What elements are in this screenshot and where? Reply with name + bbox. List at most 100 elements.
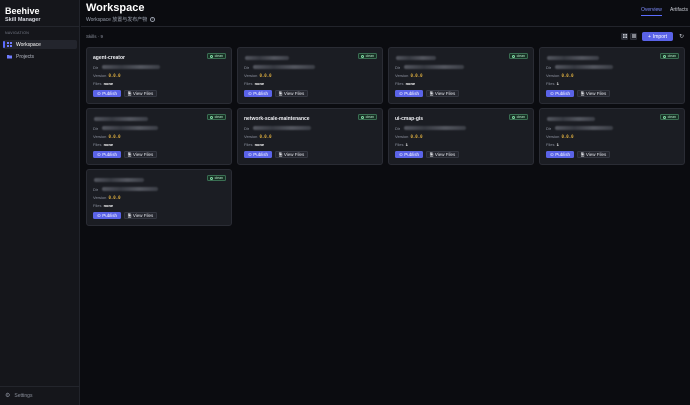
tab-artifacts[interactable]: Artifacts [670, 7, 688, 13]
files-label: Files [395, 81, 404, 86]
publish-button[interactable]: ⊙ Publish [395, 151, 423, 158]
check-circle-icon [663, 54, 667, 58]
view-files-button[interactable]: 🗎 View Files [124, 212, 157, 219]
skill-card-1[interactable]: agent-creator clean Dir Version 0.0.0 Fi… [86, 47, 232, 104]
skill-files: Files none [244, 142, 264, 147]
redacted-dir [102, 187, 158, 191]
publish-label: Publish [102, 152, 118, 157]
redacted-dir [102, 65, 160, 69]
version-value: 0.0.0 [108, 134, 121, 139]
files-label: Files [93, 203, 102, 208]
skill-card-7[interactable]: ui-cmap-gis clean Dir Version 0.0.0 File… [388, 108, 534, 165]
files-value: none [254, 142, 265, 147]
view-files-button[interactable]: 🗎 View Files [426, 151, 459, 158]
publish-label: Publish [555, 152, 571, 157]
status-badge-label: clean [214, 115, 223, 119]
skill-card-5[interactable]: clean Dir Version 0.0.0 Files none ⊙ Pub… [86, 108, 232, 165]
skill-dir-label: Dir [395, 65, 401, 70]
view-files-button[interactable]: 🗎 View Files [275, 151, 308, 158]
publish-button[interactable]: ⊙ Publish [546, 90, 574, 97]
version-label: Version [93, 134, 107, 139]
skill-files: Files 1 [395, 142, 408, 147]
version-label: Version [395, 134, 409, 139]
skill-dir-label: Dir [93, 65, 99, 70]
view-files-label: View Files [283, 152, 305, 157]
view-files-button[interactable]: 🗎 View Files [124, 151, 157, 158]
redacted-name [396, 56, 436, 60]
version-label: Version [546, 73, 560, 78]
upload-icon: ⊙ [96, 90, 101, 96]
skill-dir-label: Dir [93, 126, 99, 131]
skill-files: Files none [395, 81, 415, 86]
skill-card-2[interactable]: clean Dir Version 0.0.0 Files none ⊙ Pub… [237, 47, 383, 104]
sidebar-item-label: Workspace [16, 41, 41, 48]
view-files-label: View Files [585, 91, 607, 96]
skill-card-3[interactable]: clean Dir Version 0.0.0 Files none ⊙ Pub… [388, 47, 534, 104]
skill-dir-label: Dir [395, 126, 401, 131]
publish-button[interactable]: ⊙ Publish [546, 151, 574, 158]
skill-files: Files none [93, 203, 113, 208]
page-subtitle-text: Workspace 放置与发布产物 [86, 17, 148, 23]
status-badge: clean [509, 53, 528, 59]
skill-card-8[interactable]: clean Dir Version 0.0.0 Files 1 ⊙ Publis… [539, 108, 685, 165]
list-view-button[interactable] [630, 33, 637, 40]
redacted-name [245, 56, 289, 60]
view-files-button[interactable]: 🗎 View Files [124, 90, 157, 97]
sidebar-item-projects[interactable]: Projects [3, 52, 77, 61]
skill-dir-label: Dir [93, 187, 99, 192]
file-icon: 🗎 [429, 90, 434, 96]
files-label: Files [546, 142, 555, 147]
check-circle-icon [512, 115, 516, 119]
view-files-button[interactable]: 🗎 View Files [426, 90, 459, 97]
version-value: 0.0.0 [561, 73, 574, 78]
skill-dir-label: Dir [244, 65, 250, 70]
skill-version: Version 0.0.0 [244, 73, 272, 78]
grid-icon [622, 34, 627, 39]
view-files-button[interactable]: 🗎 View Files [577, 90, 610, 97]
skill-files: Files none [244, 81, 264, 86]
file-icon: 🗎 [278, 151, 283, 157]
grid-view-button[interactable] [621, 33, 628, 40]
files-label: Files [546, 81, 555, 86]
settings-link[interactable]: ⚙ Settings [5, 392, 32, 400]
publish-button[interactable]: ⊙ Publish [244, 90, 272, 97]
nav-heading: NAVIGATION [5, 31, 30, 35]
page-title: Workspace [86, 2, 145, 14]
file-icon: 🗎 [278, 90, 283, 96]
publish-button[interactable]: ⊙ Publish [93, 212, 121, 219]
upload-icon: ⊙ [96, 151, 101, 157]
skill-card-9[interactable]: clean Dir Version 0.0.0 Files none ⊙ Pub… [86, 169, 232, 226]
import-label: Import [652, 33, 668, 40]
view-files-label: View Files [132, 91, 154, 96]
view-files-label: View Files [283, 91, 305, 96]
files-value: 1 [556, 81, 559, 86]
skill-card-4[interactable]: clean Dir Version 0.0.0 Files 1 ⊙ Publis… [539, 47, 685, 104]
publish-button[interactable]: ⊙ Publish [93, 90, 121, 97]
redacted-dir [253, 65, 315, 69]
files-label: Files [93, 142, 102, 147]
files-label: Files [244, 81, 253, 86]
grid-icon [7, 42, 12, 47]
skill-files: Files none [93, 81, 113, 86]
files-value: none [103, 142, 114, 147]
publish-button[interactable]: ⊙ Publish [93, 151, 121, 158]
publish-button[interactable]: ⊙ Publish [395, 90, 423, 97]
sidebar-item-workspace[interactable]: Workspace [3, 40, 77, 49]
files-value: none [103, 203, 114, 208]
skill-card-6[interactable]: network-scale-maintenance clean Dir Vers… [237, 108, 383, 165]
version-value: 0.0.0 [108, 73, 121, 78]
skill-version: Version 0.0.0 [93, 195, 121, 200]
info-icon[interactable]: i [150, 17, 156, 22]
version-label: Version [93, 73, 107, 78]
refresh-button[interactable]: ↻ [677, 32, 686, 41]
publish-button[interactable]: ⊙ Publish [244, 151, 272, 158]
tab-overview[interactable]: Overview [641, 7, 662, 16]
divider [0, 386, 80, 387]
view-files-button[interactable]: 🗎 View Files [275, 90, 308, 97]
app-title: Beehive [5, 6, 40, 16]
upload-icon: ⊙ [398, 90, 403, 96]
publish-label: Publish [253, 91, 269, 96]
import-button[interactable]: + Import [642, 32, 673, 41]
view-files-button[interactable]: 🗎 View Files [577, 151, 610, 158]
version-label: Version [244, 134, 258, 139]
